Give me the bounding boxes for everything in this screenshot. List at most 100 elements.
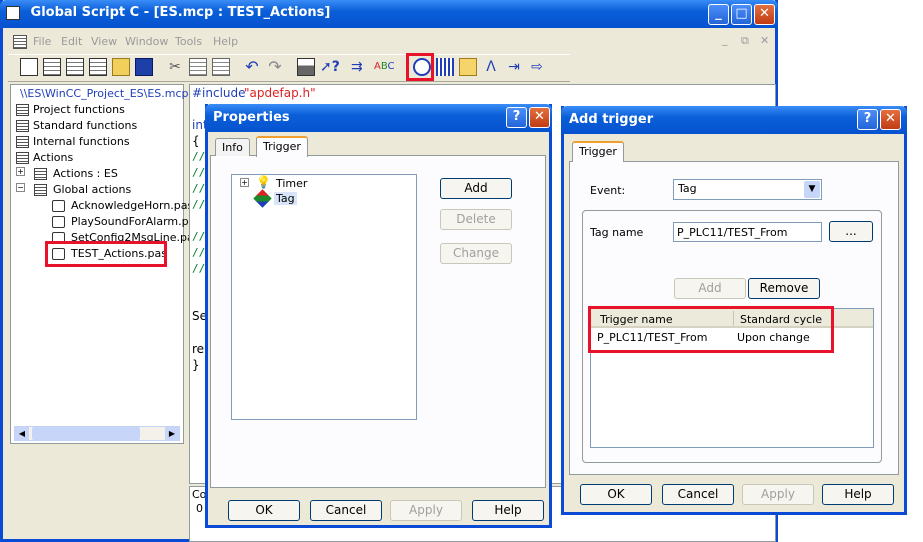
code-return: re <box>192 342 205 356</box>
add-trigger-help-button[interactable]: ? <box>857 109 878 130</box>
menu-window[interactable]: Window <box>125 35 168 48</box>
scroll-right-icon[interactable]: ▶ <box>165 427 179 440</box>
folder-icon[interactable] <box>459 58 477 76</box>
trigger-row-highlight <box>588 306 834 353</box>
add-trigger-close-button[interactable]: ✕ <box>880 109 901 130</box>
print-icon[interactable] <box>297 58 315 76</box>
add-trigger-add-button[interactable]: Add <box>674 278 746 299</box>
tree-internal-functions[interactable]: Internal functions <box>33 135 130 148</box>
tab-info-label: Info <box>222 141 243 154</box>
properties-apply-button[interactable]: Apply <box>390 500 462 521</box>
mdi-close-icon[interactable]: ✕ <box>760 34 769 47</box>
properties-ok-button[interactable]: OK <box>228 500 300 521</box>
info-grid-icon[interactable] <box>436 58 454 76</box>
code-comment: // <box>192 198 206 211</box>
copy-icon[interactable] <box>189 58 207 76</box>
tree-tag[interactable]: Tag <box>274 192 297 205</box>
code-brace-open: { <box>192 134 200 148</box>
properties-add-button[interactable]: Add <box>440 178 512 199</box>
properties-title: Properties <box>213 110 290 125</box>
add-trigger-help-bottom-button[interactable]: Help <box>822 484 894 505</box>
properties-help-button[interactable]: ? <box>506 107 527 128</box>
add-trigger-tab-label: Trigger <box>579 145 617 158</box>
tag-name-input[interactable] <box>673 222 822 242</box>
menu-doc-icon <box>13 35 27 49</box>
properties-help-bottom-button[interactable]: Help <box>472 500 544 521</box>
main-titlebar: Global Script C - [ES.mcp : TEST_Actions… <box>0 0 778 28</box>
event-label: Event: <box>590 184 626 197</box>
add-trigger-tab[interactable]: Trigger <box>572 141 624 162</box>
tree-global-actions[interactable]: Global actions <box>53 183 131 196</box>
add-trigger-apply-button[interactable]: Apply <box>742 484 814 505</box>
tree-actions[interactable]: Actions <box>33 151 73 164</box>
event-select-value: Tag <box>678 182 697 195</box>
new-project-icon[interactable] <box>43 58 61 76</box>
close-button[interactable]: ✕ <box>754 4 775 25</box>
tree-acknowledge-horn[interactable]: AcknowledgeHorn.pas <box>71 199 193 212</box>
tree-play-sound[interactable]: PlaySoundForAlarm.pas <box>71 215 201 228</box>
functions-icon <box>16 104 29 116</box>
export-icon[interactable]: ⇨ <box>528 58 546 76</box>
redo-icon[interactable]: ↷ <box>266 58 284 76</box>
scroll-thumb[interactable] <box>32 427 140 440</box>
properties-close-button[interactable]: ✕ <box>529 107 550 128</box>
mdi-minimize-icon[interactable]: _ <box>722 33 728 46</box>
tag-browse-button[interactable]: ... <box>829 221 873 242</box>
include-prefix: #include <box>192 86 246 100</box>
scroll-left-icon[interactable]: ◀ <box>15 427 29 440</box>
add-trigger-cancel-button[interactable]: Cancel <box>662 484 734 505</box>
compass-icon[interactable]: Λ <box>482 58 500 76</box>
event-select[interactable]: Tag ▼ <box>673 179 822 200</box>
include-file: "apdefap.h" <box>244 86 316 100</box>
help-context-icon[interactable]: ➚? <box>320 58 340 76</box>
open-folder-icon[interactable] <box>112 58 130 76</box>
undo-icon[interactable]: ↶ <box>243 58 261 76</box>
tree-actions-es[interactable]: Actions : ES <box>53 167 118 180</box>
tag-name-label: Tag name <box>590 226 644 239</box>
new-file-icon[interactable] <box>20 58 38 76</box>
main-title: Global Script C - [ES.mcp : TEST_Actions… <box>30 5 331 20</box>
tree-standard-functions[interactable]: Standard functions <box>33 119 137 132</box>
properties-change-button[interactable]: Change <box>440 243 512 264</box>
remove-button[interactable]: Remove <box>748 278 820 299</box>
properties-delete-button[interactable]: Delete <box>440 209 512 230</box>
menu-view[interactable]: View <box>91 35 117 48</box>
tree-timer[interactable]: Timer <box>276 177 307 190</box>
minimize-button[interactable]: _ <box>708 4 729 25</box>
code-comment: // <box>192 182 206 195</box>
actions-icon <box>16 152 29 164</box>
expand-plus-icon[interactable]: + <box>240 178 249 187</box>
menu-help[interactable]: Help <box>213 35 238 48</box>
menu-tools[interactable]: Tools <box>175 35 202 48</box>
expand-plus-icon[interactable]: + <box>16 167 25 176</box>
code-comment: // <box>192 150 206 163</box>
cut-icon[interactable]: ✂ <box>166 58 184 76</box>
properties-cancel-button[interactable]: Cancel <box>310 500 382 521</box>
abc-icon[interactable]: ABC <box>374 58 395 76</box>
compile-icon[interactable]: ⇉ <box>351 58 369 76</box>
add-trigger-ok-button[interactable]: OK <box>580 484 652 505</box>
mdi-restore-icon[interactable]: ⧉ <box>741 34 749 48</box>
collapse-minus-icon[interactable]: − <box>16 183 25 192</box>
tab-info[interactable]: Info <box>215 138 250 156</box>
import-icon[interactable]: ⇥ <box>505 58 523 76</box>
trigger-button-highlight <box>406 53 434 81</box>
add-trigger-titlebar: Add trigger <box>561 106 907 134</box>
copy-doc-icon[interactable] <box>89 58 107 76</box>
menu-edit[interactable]: Edit <box>61 35 82 48</box>
code-comment: // <box>192 230 206 243</box>
menu-file[interactable]: File <box>33 35 51 48</box>
tree-root[interactable]: \\ES\WinCC_Project_ES\ES.mcp <box>20 87 189 100</box>
tab-trigger[interactable]: Trigger <box>256 136 308 157</box>
action-file-icon <box>52 200 65 212</box>
code-comment: // <box>192 246 206 259</box>
maximize-button[interactable]: □ <box>731 4 752 25</box>
properties-titlebar: Properties <box>205 104 552 132</box>
catalog-icon[interactable] <box>66 58 84 76</box>
paste-icon[interactable] <box>212 58 230 76</box>
trigger-tree[interactable] <box>231 174 417 420</box>
tree-project-functions[interactable]: Project functions <box>33 103 125 116</box>
chevron-down-icon[interactable]: ▼ <box>804 181 820 198</box>
save-icon[interactable] <box>135 58 153 76</box>
functions-icon <box>16 136 29 148</box>
